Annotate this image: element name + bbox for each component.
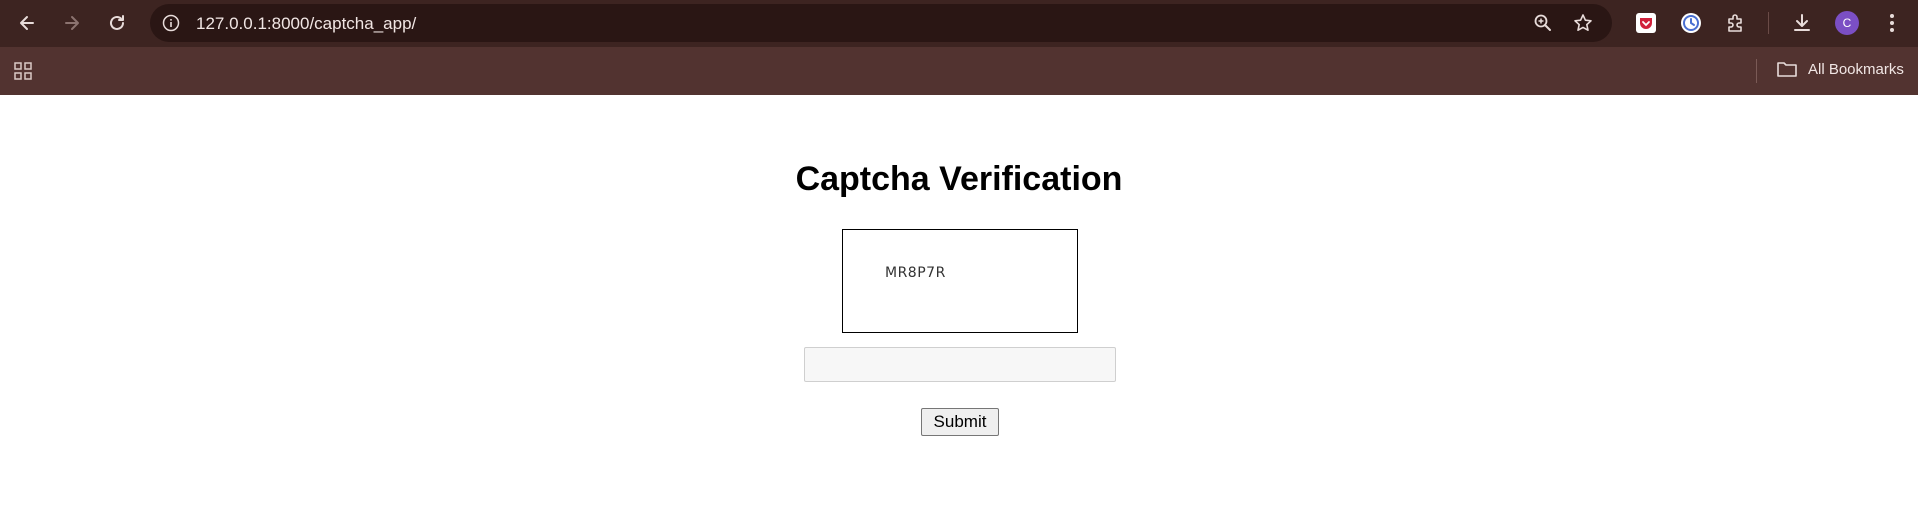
profile-initial: C: [1842, 16, 1852, 30]
reload-button[interactable]: [99, 5, 135, 41]
toolbar-divider: [1768, 12, 1769, 34]
bookmarks-bar: All Bookmarks: [0, 47, 1918, 95]
captcha-code: MR8P7R: [885, 265, 946, 281]
history-extension-button[interactable]: [1678, 10, 1704, 36]
pocket-icon: [1636, 13, 1656, 33]
captcha-input[interactable]: [804, 347, 1116, 382]
download-icon: [1794, 14, 1810, 31]
extensions-icon: [1728, 14, 1742, 32]
all-bookmarks-button[interactable]: All Bookmarks: [1776, 60, 1904, 78]
page-content: Captcha Verification MR8P7R Submit: [0, 95, 1918, 522]
apps-button[interactable]: [12, 60, 34, 82]
downloads-button[interactable]: [1789, 10, 1815, 36]
star-icon: [1574, 14, 1592, 31]
extensions-button[interactable]: [1723, 10, 1749, 36]
folder-icon: [1777, 62, 1797, 77]
profile-avatar: C: [1835, 11, 1859, 35]
browser-toolbar: 127.0.0.1:8000/captcha_app/ C: [0, 0, 1918, 47]
menu-icon: [1890, 14, 1894, 32]
site-info-button[interactable]: [160, 12, 182, 34]
browser-menu-button[interactable]: [1879, 10, 1905, 36]
page-title: Captcha Verification: [795, 160, 1123, 198]
zoom-icon: [1534, 14, 1551, 31]
profile-button[interactable]: C: [1834, 10, 1860, 36]
bookmark-star-button[interactable]: [1572, 12, 1594, 34]
url-text[interactable]: 127.0.0.1:8000/captcha_app/: [196, 14, 416, 34]
back-icon: [20, 16, 34, 30]
site-info-icon: [162, 14, 180, 32]
forward-icon: [65, 16, 79, 30]
pocket-extension-button[interactable]: [1633, 10, 1659, 36]
all-bookmarks-label: All Bookmarks: [1808, 60, 1904, 78]
history-extension-icon: [1681, 13, 1701, 33]
address-bar[interactable]: 127.0.0.1:8000/captcha_app/: [150, 4, 1612, 42]
bookmarks-divider: [1756, 59, 1757, 83]
back-button[interactable]: [9, 5, 45, 41]
zoom-button[interactable]: [1532, 12, 1554, 34]
apps-icon: [14, 62, 32, 80]
reload-icon: [110, 15, 124, 30]
captcha-image: MR8P7R: [842, 229, 1078, 333]
forward-button[interactable]: [54, 5, 90, 41]
submit-button[interactable]: Submit: [921, 408, 999, 436]
